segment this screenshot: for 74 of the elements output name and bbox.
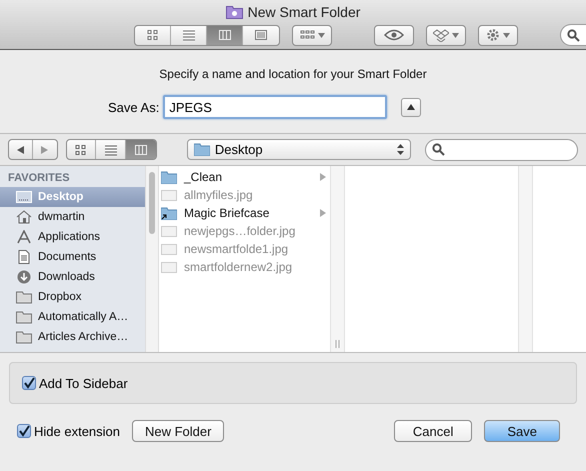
file-row[interactable]: _Clean xyxy=(159,168,330,186)
collapse-button[interactable] xyxy=(401,98,422,116)
navigation-buttons[interactable] xyxy=(8,139,58,160)
sidebar-item[interactable]: Automatically A… xyxy=(0,307,145,327)
grid-icon xyxy=(300,30,314,40)
folder-alias-icon xyxy=(161,206,177,220)
download-icon xyxy=(16,270,32,284)
caret-icon xyxy=(503,32,510,38)
sidebar-heading: FAVORITES xyxy=(7,171,71,186)
checkmark-icon xyxy=(23,377,35,389)
search-field[interactable] xyxy=(425,138,578,160)
folder-icon xyxy=(194,143,210,156)
back-icon xyxy=(16,146,24,154)
image-file-icon xyxy=(161,188,177,202)
location-popup[interactable]: Desktop xyxy=(186,139,412,160)
smart-folder-icon xyxy=(226,5,243,19)
forward-icon xyxy=(41,146,48,154)
disclosure-icon xyxy=(320,173,326,181)
box-icon xyxy=(433,28,449,42)
save-as-field[interactable]: JPEGS xyxy=(163,95,388,119)
checkmark-icon xyxy=(18,425,30,437)
triangle-icon xyxy=(407,104,416,110)
document-icon xyxy=(16,250,32,264)
desktop-icon xyxy=(16,190,32,204)
arrange-button[interactable] xyxy=(292,24,332,46)
columns-icon xyxy=(134,144,148,156)
sidebar-item[interactable]: Documents xyxy=(0,247,145,267)
sidebar-item[interactable]: dwmartin xyxy=(0,207,145,227)
caret-icon xyxy=(318,32,324,38)
grid-icon xyxy=(146,29,160,41)
house-icon xyxy=(16,210,32,224)
folder-icon xyxy=(16,330,32,344)
window-title: New Smart Folder xyxy=(248,4,360,20)
folder-icon xyxy=(161,170,177,184)
sidebar-item[interactable]: Downloads xyxy=(0,267,145,287)
sidebar-item[interactable]: Applications xyxy=(0,227,145,247)
grid-icon xyxy=(74,144,88,156)
view-button[interactable] xyxy=(126,140,156,159)
prompt-text: Specify a name and location for your Smart Folder xyxy=(158,67,428,81)
sidebar-item[interactable]: Dropbox xyxy=(0,287,145,307)
scroll-bar[interactable] xyxy=(145,166,159,352)
image-file-icon xyxy=(161,224,177,238)
dropbox-button[interactable] xyxy=(426,24,466,46)
columns-icon xyxy=(218,29,232,41)
view-button[interactable] xyxy=(207,26,243,44)
image-file-icon xyxy=(161,242,177,256)
stepper-icon xyxy=(397,144,404,155)
coverflow-icon xyxy=(254,29,268,41)
view-switcher[interactable] xyxy=(66,139,157,160)
gear-icon xyxy=(486,28,500,42)
image-file-icon xyxy=(161,260,177,274)
grip-icon xyxy=(335,340,340,348)
save-button[interactable]: Save xyxy=(484,420,560,442)
caret-icon xyxy=(452,32,459,38)
new-folder-button[interactable]: New Folder xyxy=(132,420,224,442)
file-row[interactable]: Magic Briefcase xyxy=(159,204,330,222)
list-icon xyxy=(104,144,118,156)
folder-icon xyxy=(16,290,32,304)
eye-icon xyxy=(384,29,404,41)
apps-icon xyxy=(16,230,32,244)
action-button[interactable] xyxy=(478,24,518,46)
view-switcher[interactable] xyxy=(134,24,280,46)
folder-icon xyxy=(16,310,32,324)
sidebar-item[interactable]: Articles Archive… xyxy=(0,327,145,347)
disclosure-icon xyxy=(320,209,326,217)
hide-extension-checkbox[interactable]: Hide extension xyxy=(17,424,120,438)
search-field[interactable] xyxy=(560,24,586,46)
quick-look-button[interactable] xyxy=(374,24,414,46)
save-as-label: Save As: xyxy=(108,100,160,114)
search-icon xyxy=(567,28,580,42)
search-icon xyxy=(432,143,446,156)
add-to-sidebar-checkbox[interactable]: Add To Sidebar xyxy=(22,376,128,390)
list-icon xyxy=(182,29,196,41)
cancel-button[interactable]: Cancel xyxy=(394,420,472,442)
